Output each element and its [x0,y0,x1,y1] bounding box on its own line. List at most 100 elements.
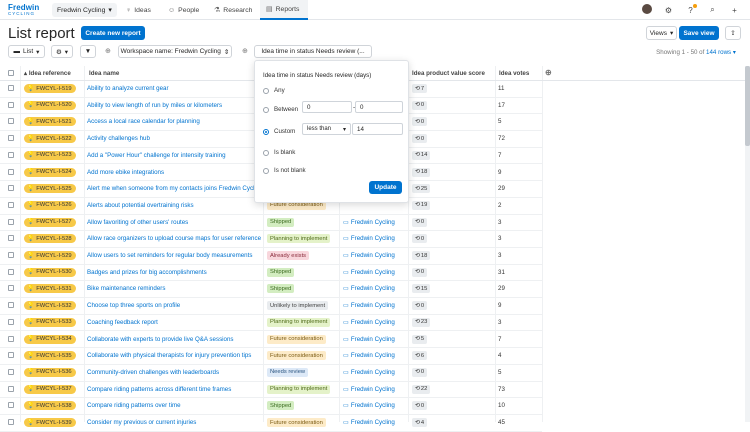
idea-name-link[interactable]: Allow race organizers to upload course m… [87,235,261,242]
filter-button[interactable]: ▼ [80,45,96,58]
radio-is-not-blank[interactable] [263,168,269,174]
column-header-name[interactable]: Idea name [89,70,119,77]
idea-ref-badge[interactable]: 💡 FWCYL-I-537 [24,384,76,394]
category-link[interactable]: ▭ Fredwin Cycling [343,252,395,259]
idea-ref-badge[interactable]: 💡 FWCYL-I-533 [24,317,76,327]
column-header-votes[interactable]: Idea votes [499,70,529,77]
idea-ref-badge[interactable]: 💡 FWCYL-I-539 [24,418,76,427]
between-from-input[interactable]: 0 [302,101,352,113]
idea-name-link[interactable]: Badges and prizes for big accomplishment… [87,269,207,276]
export-button[interactable]: ⇪ [725,26,741,40]
idea-ref-badge[interactable]: 💡 FWCYL-I-523 [24,150,76,160]
row-checkbox[interactable] [8,201,14,208]
idea-ref-badge[interactable]: 💡 FWCYL-I-535 [24,351,76,361]
idea-name-link[interactable]: Compare riding patterns over time [87,402,181,409]
update-button[interactable]: Update [369,181,402,194]
category-link[interactable]: ▭ Fredwin Cycling [343,352,395,359]
category-link[interactable]: ▭ Fredwin Cycling [343,386,395,393]
row-checkbox[interactable] [8,185,14,192]
filter-time-in-status[interactable]: Idea time in status Needs review (... [254,45,372,58]
create-report-button[interactable]: Create new report [81,26,145,40]
add-filter-icon[interactable]: ⊕ [242,47,248,55]
table-row[interactable]: 💡 FWCYL-I-534 Collaborate with experts to … [0,332,542,349]
select-all-checkbox[interactable] [8,70,14,76]
table-row[interactable]: 💡 FWCYL-I-530 Badges and prizes for big ac… [0,265,542,282]
column-header-ref[interactable]: ▴ Idea reference [24,70,71,77]
row-checkbox[interactable] [8,101,14,108]
category-link[interactable]: ▭ Fredwin Cycling [343,336,395,343]
idea-ref-badge[interactable]: 💡 FWCYL-I-529 [24,251,76,260]
idea-ref-badge[interactable]: 💡 FWCYL-I-524 [24,167,76,177]
table-row[interactable]: 💡 FWCYL-I-531 Bike maintenance reminders Sh… [0,281,542,299]
idea-ref-badge[interactable]: 💡 FWCYL-I-526 [24,200,76,210]
avatar[interactable] [641,4,652,16]
custom-operator-select[interactable]: less than ▾ [302,123,351,135]
save-view-button[interactable]: Save view [679,26,719,40]
nav-tab-ideas[interactable]: ♀ Ideas [120,0,157,20]
custom-value-input[interactable]: 14 [352,123,403,135]
category-link[interactable]: ▭ Fredwin Cycling [343,285,395,292]
idea-ref-badge[interactable]: 💡 FWCYL-I-528 [24,234,76,244]
table-row[interactable]: 💡 FWCYL-I-539 Consider my previous or curr… [0,415,542,432]
add-filter-icon[interactable]: ⊕ [105,47,111,55]
row-checkbox[interactable] [8,168,14,175]
nav-tab-reports[interactable]: ▤ Reports [260,0,308,20]
column-header-score[interactable]: Idea product value score [412,70,485,77]
row-checkbox[interactable] [8,268,14,275]
radio-any[interactable] [263,88,269,94]
help-icon[interactable]: ? [685,3,697,15]
idea-name-link[interactable]: Choose top three sports on profile [87,302,180,309]
row-checkbox[interactable] [8,402,14,409]
radio-is-blank[interactable] [263,150,269,156]
filter-workspace[interactable]: Workspace name: Fredwin Cycling ⇕ [118,45,232,58]
idea-name-link[interactable]: Add more ebike integrations [87,169,164,176]
category-link[interactable]: ▭ Fredwin Cycling [343,419,395,426]
category-link[interactable]: ▭ Fredwin Cycling [343,302,395,309]
idea-name-link[interactable]: Bike maintenance reminders [87,285,165,292]
idea-name-link[interactable]: Community-driven challenges with leaderb… [87,369,219,376]
add-column-icon[interactable]: ⊕ [545,68,552,77]
table-row[interactable]: 💡 FWCYL-I-537 Compare riding patterns acro… [0,382,542,399]
category-link[interactable]: ▭ Fredwin Cycling [343,402,395,409]
app-logo[interactable]: Fredwin CYCLING [8,4,39,17]
idea-ref-badge[interactable]: 💡 FWCYL-I-530 [24,267,76,277]
table-row[interactable]: 💡 FWCYL-I-538 Compare riding patterns over… [0,398,542,415]
row-checkbox[interactable] [8,218,14,225]
idea-name-link[interactable]: Consider my previous or current injuries [87,419,196,426]
row-checkbox[interactable] [8,252,14,258]
idea-name-link[interactable]: Alert me when someone from my contacts j… [87,185,263,192]
idea-ref-badge[interactable]: 💡 FWCYL-I-536 [24,367,76,377]
table-row[interactable]: 💡 FWCYL-I-527 Allow favoriting of other us… [0,215,542,232]
nav-tab-people[interactable]: ☺ People [162,0,205,20]
radio-between[interactable] [263,107,269,113]
row-checkbox[interactable] [8,419,14,425]
idea-name-link[interactable]: Add a "Power Hour" challenge for intensi… [87,152,226,159]
settings-menu[interactable]: ⚙ ▾ [51,45,73,58]
idea-name-link[interactable]: Ability to view length of run by miles o… [87,102,222,109]
idea-name-link[interactable]: Alerts about potential overtraining risk… [87,202,194,209]
row-checkbox[interactable] [8,318,14,325]
idea-ref-badge[interactable]: 💡 FWCYL-I-527 [24,217,76,227]
row-checkbox[interactable] [8,85,14,91]
idea-ref-badge[interactable]: 💡 FWCYL-I-520 [24,100,76,110]
add-icon[interactable]: + [729,6,740,15]
table-row[interactable]: 💡 FWCYL-I-535 Collaborate with physical th… [0,348,542,365]
idea-ref-badge[interactable]: 💡 FWCYL-I-532 [24,301,76,311]
table-row[interactable]: 💡 FWCYL-I-533 Coaching feedback report Plan… [0,315,542,332]
table-row[interactable]: 💡 FWCYL-I-532 Choose top three sports on p… [0,298,542,315]
list-view-select[interactable]: ▬ List ▾ [8,45,45,58]
idea-ref-badge[interactable]: 💡 FWCYL-I-538 [24,401,76,411]
category-link[interactable]: ▭ Fredwin Cycling [343,219,395,226]
scrollbar-thumb[interactable] [745,66,750,146]
table-row[interactable]: 💡 FWCYL-I-529 Allow users to set reminders… [0,248,542,265]
idea-ref-badge[interactable]: 💡 FWCYL-I-522 [24,134,76,144]
nav-tab-research[interactable]: ⚗ Research [208,0,258,20]
idea-ref-badge[interactable]: 💡 FWCYL-I-534 [24,334,76,344]
row-checkbox[interactable] [8,385,14,392]
table-row[interactable]: 💡 FWCYL-I-536 Community-driven challenges … [0,365,542,382]
category-link[interactable]: ▭ Fredwin Cycling [343,369,395,376]
row-checkbox[interactable] [8,151,14,158]
row-checkbox[interactable] [8,285,14,292]
row-count-total[interactable]: 144 rows [706,49,731,56]
category-link[interactable]: ▭ Fredwin Cycling [343,235,395,242]
